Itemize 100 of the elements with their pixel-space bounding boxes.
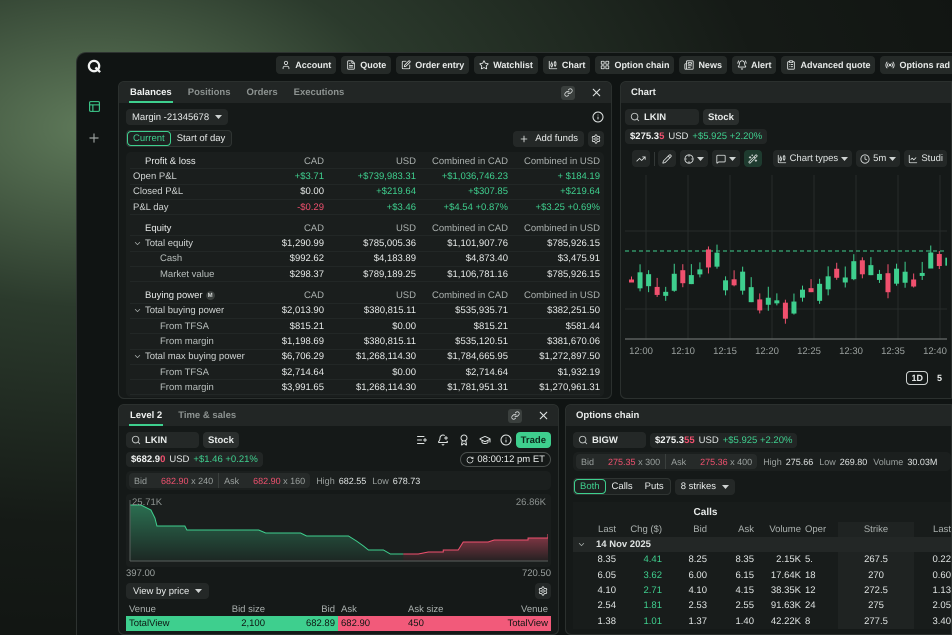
mode-toggle[interactable]: Current [127,131,171,146]
panel-tab[interactable]: Time & sales [177,405,238,426]
table-cell: 270 [838,567,914,583]
layout-icon [88,100,100,113]
pencil-tool-button[interactable] [658,150,676,167]
nav-button[interactable]: Alert [732,56,776,74]
chart-tool-button[interactable]: 5m [856,150,900,167]
strikes-dropdown[interactable]: 8 strikes [674,478,736,494]
filter-toggle[interactable]: Puts [638,479,670,494]
nav-button[interactable]: Order entry [396,56,470,74]
panel-tab[interactable]: Balances [129,82,173,103]
settings-button[interactable] [535,583,551,599]
column-header: CAD [302,290,324,302]
column-header: Ask [737,523,755,537]
grid-icon [600,60,610,70]
clock-icon [860,154,870,164]
table-cell-text: $1,268,114.30 [354,351,416,362]
nav-button[interactable]: Chart [542,56,590,74]
filter-toggle[interactable]: Calls [606,479,639,494]
candle [842,266,848,288]
link-button[interactable] [561,86,575,100]
filter-toggle[interactable]: Both [574,479,606,494]
column-header: Combined in USD [522,222,600,234]
refresh-time-button[interactable]: 08:00:12 pm ET [460,452,551,467]
depth-axis-label: 720.50 [522,568,551,579]
magic-tool-button[interactable] [744,150,762,167]
column-header: USD [394,222,416,234]
candle [638,264,643,292]
quote-size: x 240 [191,476,214,486]
table-cell-text: 2.55 [734,599,755,614]
nav-button[interactable]: Account [276,56,336,74]
candlestick-icon [548,60,558,70]
table-cell-text: +$3.46 [386,202,416,213]
candle [876,269,882,284]
settings-button[interactable] [588,130,604,146]
mode-toggle[interactable]: Start of day [170,131,232,146]
add-funds-button[interactable]: Add funds [513,130,584,146]
nav-button[interactable]: Advanced quote [781,56,876,74]
table-cell-text: +$1,036,746.23 [440,170,508,182]
nav-button[interactable]: News [679,56,727,74]
table-cell-text: +$739,983.31 [356,170,416,182]
quote-label: Bid [134,476,148,486]
expand-toggle[interactable] [577,540,586,549]
table-cell-text: $1,270,961.31 [538,382,600,393]
view-dropdown[interactable]: View by price [126,583,210,599]
search-icon [630,112,640,122]
quote-label: Bid [581,456,594,466]
symbol-search-field[interactable]: LKIN [625,109,699,125]
table-cell-text: $1,932.19 [556,366,600,378]
range-button[interactable]: 1D [906,371,928,385]
panel-tab[interactable]: Orders [246,82,279,103]
candle [774,292,780,306]
chart-tool-button[interactable]: Chart types [772,150,852,167]
table-cell-text: 6.00 [688,568,708,583]
nav-button[interactable]: Option chain [595,56,674,74]
candle [680,264,686,288]
quote-price: 275.36 [700,456,728,466]
table-cell-text: $1,272,897.50 [538,351,600,362]
range-button[interactable]: 5 [932,371,947,385]
candle [766,286,771,312]
candle [791,293,796,316]
stat-label: High [763,456,782,466]
panel-tab[interactable]: Executions [292,82,346,103]
table-cell-text: $1,781,951.31 [446,382,508,393]
depth-axis-label: 26.86K [516,497,546,508]
panel-tab[interactable]: Positions [186,82,232,103]
panel-tab[interactable]: Level 2 [129,405,164,426]
nav-button[interactable]: Options rad [880,56,952,74]
symbol-search-field[interactable]: LKIN [126,432,199,448]
row-label: Total buying power [145,305,224,316]
column-header: Bid size [230,603,266,616]
trend-tool-button[interactable] [632,150,650,167]
column-header: Venue [520,603,549,616]
edit-icon [401,60,412,70]
candle [920,261,925,280]
table-cell-text: 2.15K [775,553,802,568]
table-cell-text: + $184.19 [556,170,600,182]
bell-icon [736,60,747,70]
symbol-search-field[interactable]: BIGW [573,432,646,448]
note-tool-button[interactable] [712,150,740,167]
candle [860,256,865,279]
nav-button[interactable]: Watchlist [474,56,538,74]
nav-button[interactable]: Quote [341,56,392,74]
table-cell-text: -$0.29 [296,202,324,213]
row-label: From margin [160,382,214,393]
link-button[interactable] [508,408,522,422]
currency: USD [668,131,688,142]
crosshair-tool-button[interactable] [680,150,708,167]
table-cell-text: 1.38 [596,614,617,629]
time-label: 12:00 [628,346,654,357]
caret-icon [215,115,222,119]
quote-size: x 400 [730,456,752,466]
security-type: Stock [703,109,739,125]
column-header: Oper [804,523,828,537]
table-cell-text: $535,935.71 [454,305,508,316]
stat-value: 678.73 [392,476,420,486]
table-cell-text: $382,251.50 [546,305,600,316]
chart-tool-button[interactable]: Studi [904,150,947,167]
trade-button[interactable]: Trade [516,432,551,448]
account-dropdown[interactable]: Margin -21345678 [126,109,228,125]
